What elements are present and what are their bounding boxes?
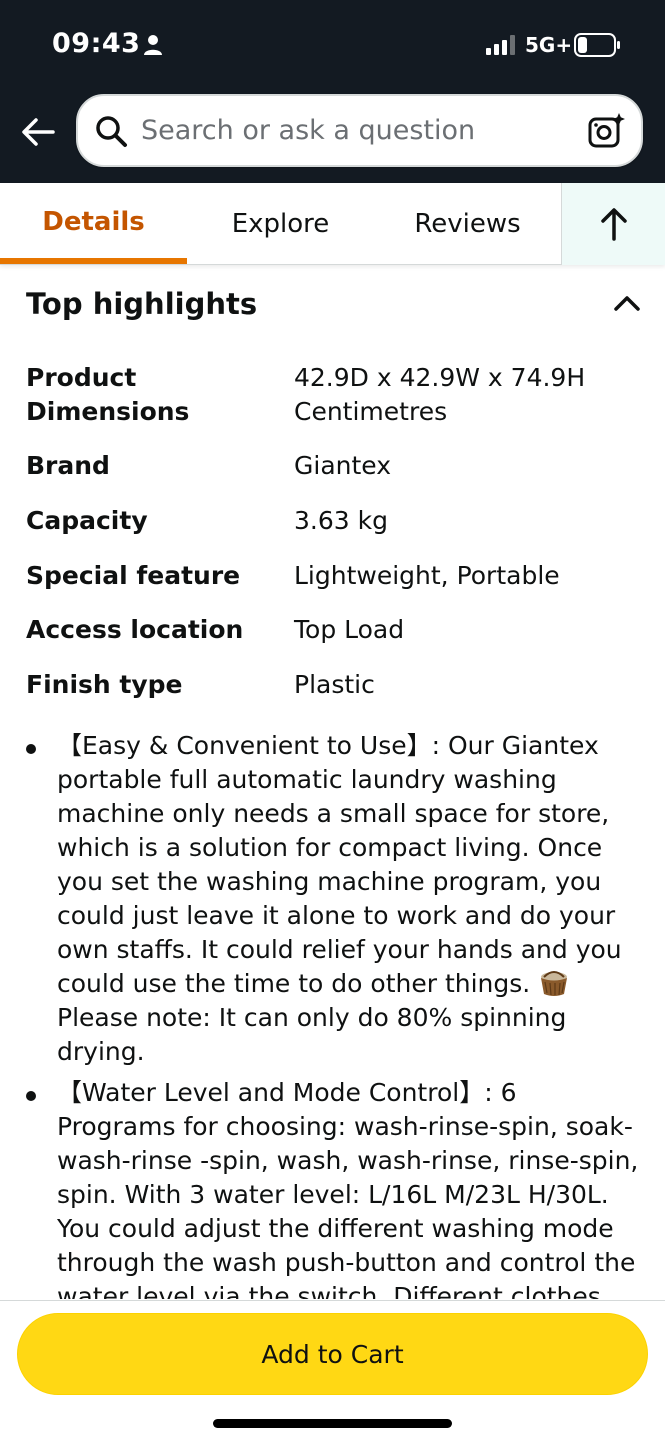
spec-value: Centimetres <box>294 397 448 426</box>
back-arrow-icon[interactable] <box>18 112 58 152</box>
battery-icon <box>574 33 620 57</box>
bullet-text-note: Please note: It can only do 80% spinning… <box>57 1003 567 1066</box>
bullet-text: 【Easy & Convenient to Use】: Our Giantex … <box>57 731 622 998</box>
network-label: 5G+ <box>525 33 573 57</box>
spec-value: Lightweight, Portable <box>294 561 560 590</box>
signal-icon <box>486 35 515 55</box>
chevron-up-icon[interactable] <box>612 290 642 316</box>
tab-details[interactable]: Details <box>0 183 187 265</box>
spec-value: Giantex <box>294 451 392 480</box>
bullet-dot <box>26 744 36 754</box>
scroll-to-top-button[interactable] <box>561 183 665 265</box>
search-input[interactable]: Search or ask a question <box>76 94 643 167</box>
arrow-up-icon <box>601 208 627 241</box>
spec-label: Capacity <box>26 506 148 535</box>
spec-label: Access location <box>26 615 244 644</box>
spec-value: Plastic <box>294 670 375 699</box>
spec-label: Product <box>26 363 137 392</box>
bottom-action-bar: Add to Cart <box>0 1300 665 1440</box>
spec-label: Brand <box>26 451 110 480</box>
person-icon <box>144 35 162 55</box>
search-placeholder: Search or ask a question <box>141 115 476 146</box>
app-header: 09:43 5G+ Search or ask a question <box>0 0 665 183</box>
tab-bar: Details Explore Reviews <box>0 183 665 265</box>
spec-label: Finish type <box>26 670 183 699</box>
list-item: 【Water Level and Mode Control】: 6 Progra… <box>26 1076 641 1299</box>
list-item: 【Easy & Convenient to Use】: Our Giantex … <box>26 729 641 1069</box>
spec-label: Special feature <box>26 561 241 590</box>
spec-label: Dimensions <box>26 397 190 426</box>
camera-search-icon[interactable] <box>587 111 627 151</box>
section-title: Top highlights <box>26 287 258 321</box>
laundry-basket-icon <box>541 971 568 996</box>
active-tab-indicator <box>0 258 187 264</box>
bullet-dot <box>26 1091 36 1101</box>
home-indicator[interactable] <box>213 1419 452 1428</box>
spec-value: 3.63 kg <box>294 506 388 535</box>
tab-reviews[interactable]: Reviews <box>374 183 561 265</box>
add-to-cart-button[interactable]: Add to Cart <box>17 1313 648 1395</box>
feature-bullet-list: 【Easy & Convenient to Use】: Our Giantex … <box>26 729 641 1299</box>
spec-value: 42.9D x 42.9W x 74.9H <box>294 363 586 392</box>
status-time: 09:43 <box>52 28 141 59</box>
tab-explore[interactable]: Explore <box>187 183 374 265</box>
spec-value: Top Load <box>294 615 405 644</box>
bullet-text: 【Water Level and Mode Control】: 6 Progra… <box>57 1078 639 1299</box>
search-icon <box>96 116 127 147</box>
add-to-cart-label: Add to Cart <box>261 1339 404 1369</box>
